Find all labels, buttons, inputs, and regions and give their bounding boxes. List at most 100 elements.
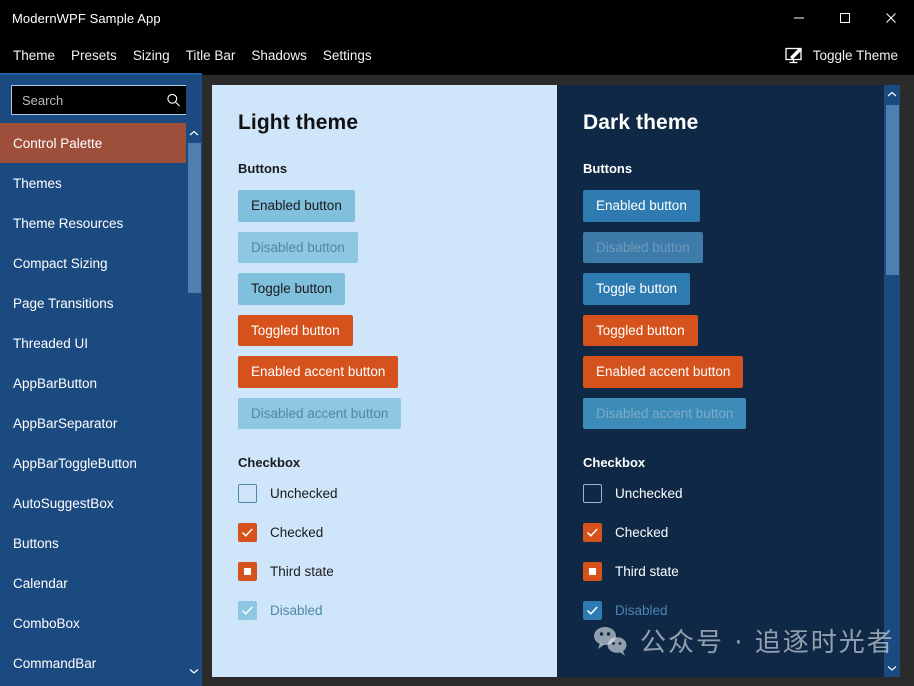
- sidebar-item-theme-resources[interactable]: Theme Resources: [0, 203, 202, 243]
- sidebar-item-label: CommandBar: [13, 656, 96, 671]
- dark-spacer: [583, 439, 898, 455]
- search-box[interactable]: [11, 85, 191, 115]
- checkbox-disabled-icon: [238, 601, 257, 620]
- sidebar-scroll-down-button[interactable]: [186, 662, 202, 680]
- minimize-button[interactable]: [776, 0, 822, 36]
- sidebar-item-label: Page Transitions: [13, 296, 114, 311]
- dark-theme-pane: Dark theme Buttons Enabled button Disabl…: [557, 85, 898, 677]
- light-buttons-group: Enabled button Disabled button Toggle bu…: [238, 190, 557, 439]
- title-bar: ModernWPF Sample App: [0, 0, 914, 36]
- light-enabled-accent-button[interactable]: Enabled accent button: [238, 356, 398, 388]
- sidebar-item-label: AutoSuggestBox: [13, 496, 114, 511]
- sidebar-item-page-transitions[interactable]: Page Transitions: [0, 283, 202, 323]
- dark-checkbox-heading: Checkbox: [583, 455, 898, 470]
- window-controls: [776, 0, 914, 36]
- dark-checkbox-checked[interactable]: Checked: [583, 523, 898, 542]
- sidebar-item-label: AppBarToggleButton: [13, 456, 137, 471]
- checkbox-label: Third state: [270, 564, 334, 579]
- sidebar-item-appbarbutton[interactable]: AppBarButton: [0, 363, 202, 403]
- sidebar-item-label: Control Palette: [13, 136, 102, 151]
- maximize-icon: [839, 12, 851, 24]
- sidebar-item-label: Buttons: [13, 536, 59, 551]
- menu-item-sizing[interactable]: Sizing: [133, 48, 170, 63]
- close-button[interactable]: [868, 0, 914, 36]
- sidebar-item-label: Theme Resources: [13, 216, 123, 231]
- light-checkbox-disabled: Disabled: [238, 601, 557, 620]
- content-scrollbar[interactable]: [884, 85, 900, 677]
- dark-buttons-heading: Buttons: [583, 161, 898, 176]
- dark-enabled-accent-button[interactable]: Enabled accent button: [583, 356, 743, 388]
- search-input[interactable]: [12, 86, 190, 114]
- sidebar-scrollbar[interactable]: [186, 75, 202, 686]
- checkbox-label: Disabled: [270, 603, 323, 618]
- light-pane-inner: Light theme Buttons Enabled button Disab…: [212, 85, 557, 620]
- light-toggled-button[interactable]: Toggled button: [238, 315, 353, 347]
- sidebar-item-calendar[interactable]: Calendar: [0, 563, 202, 603]
- light-disabled-accent-button: Disabled accent button: [238, 398, 401, 430]
- light-checkbox-checked[interactable]: Checked: [238, 523, 557, 542]
- sidebar-item-combobox[interactable]: ComboBox: [0, 603, 202, 643]
- light-theme-pane: Light theme Buttons Enabled button Disab…: [212, 85, 557, 677]
- menu-item-shadows[interactable]: Shadows: [251, 48, 307, 63]
- menu-item-title-bar[interactable]: Title Bar: [186, 48, 236, 63]
- checkbox-label: Checked: [270, 525, 323, 540]
- menu-bar: Theme Presets Sizing Title Bar Shadows S…: [0, 36, 914, 75]
- checkbox-square-glyph: [244, 568, 251, 575]
- dark-checkbox-unchecked[interactable]: Unchecked: [583, 484, 898, 503]
- search-icon[interactable]: [166, 93, 181, 108]
- application-window: ModernWPF Sample App Theme Presets Sizi: [0, 0, 914, 686]
- menu-item-settings[interactable]: Settings: [323, 48, 372, 63]
- checkbox-label: Disabled: [615, 603, 668, 618]
- dark-enabled-button[interactable]: Enabled button: [583, 190, 700, 222]
- content-scroll-up-button[interactable]: [884, 85, 900, 103]
- sidebar-item-threaded-ui[interactable]: Threaded UI: [0, 323, 202, 363]
- sidebar-nav-list: Control Palette Themes Theme Resources C…: [0, 123, 202, 686]
- content-area: Light theme Buttons Enabled button Disab…: [212, 85, 898, 677]
- dark-toggled-button[interactable]: Toggled button: [583, 315, 698, 347]
- light-pane-title: Light theme: [238, 111, 557, 135]
- sidebar-item-autosuggestbox[interactable]: AutoSuggestBox: [0, 483, 202, 523]
- checkbox-label: Third state: [615, 564, 679, 579]
- checkbox-checked-icon: [238, 523, 257, 542]
- sidebar-item-control-palette[interactable]: Control Palette: [0, 123, 202, 163]
- sidebar-item-commandbar[interactable]: CommandBar: [0, 643, 202, 683]
- sidebar-item-label: AppBarButton: [13, 376, 97, 391]
- sidebar: Control Palette Themes Theme Resources C…: [0, 75, 202, 686]
- checkbox-label: Unchecked: [270, 486, 338, 501]
- sidebar-scrollbar-thumb[interactable]: [188, 143, 201, 293]
- maximize-button[interactable]: [822, 0, 868, 36]
- light-checkbox-heading: Checkbox: [238, 455, 557, 470]
- sidebar-item-appbarseparator[interactable]: AppBarSeparator: [0, 403, 202, 443]
- sidebar-scroll-up-button[interactable]: [186, 124, 202, 142]
- checkbox-disabled-icon: [583, 601, 602, 620]
- sidebar-item-themes[interactable]: Themes: [0, 163, 202, 203]
- light-checkbox-third-state[interactable]: Third state: [238, 562, 557, 581]
- dark-checkbox-third-state[interactable]: Third state: [583, 562, 898, 581]
- content-scroll-down-button[interactable]: [884, 659, 900, 677]
- light-toggle-button[interactable]: Toggle button: [238, 273, 345, 305]
- dark-toggle-button[interactable]: Toggle button: [583, 273, 690, 305]
- checkbox-unchecked-icon: [583, 484, 602, 503]
- sidebar-item-label: Compact Sizing: [13, 256, 108, 271]
- sidebar-item-label: AppBarSeparator: [13, 416, 117, 431]
- checkbox-checked-icon: [583, 523, 602, 542]
- sidebar-item-label: Calendar: [13, 576, 68, 591]
- menu-item-theme[interactable]: Theme: [13, 48, 55, 63]
- sidebar-item-appbartogglebutton[interactable]: AppBarToggleButton: [0, 443, 202, 483]
- chevron-up-icon: [189, 124, 199, 142]
- toggle-theme-button[interactable]: Toggle Theme: [785, 47, 898, 65]
- checkbox-square-glyph: [589, 568, 596, 575]
- sidebar-item-compact-sizing[interactable]: Compact Sizing: [0, 243, 202, 283]
- personalize-monitor-pen-icon: [785, 47, 805, 65]
- minimize-icon: [793, 12, 805, 24]
- light-enabled-button[interactable]: Enabled button: [238, 190, 355, 222]
- menu-item-presets[interactable]: Presets: [71, 48, 117, 63]
- search-container: [0, 75, 202, 123]
- sidebar-item-buttons[interactable]: Buttons: [0, 523, 202, 563]
- checkbox-label: Unchecked: [615, 486, 683, 501]
- dark-disabled-accent-button: Disabled accent button: [583, 398, 746, 430]
- close-icon: [885, 12, 897, 24]
- content-scrollbar-thumb[interactable]: [886, 105, 899, 275]
- app-title: ModernWPF Sample App: [12, 11, 161, 26]
- light-checkbox-unchecked[interactable]: Unchecked: [238, 484, 557, 503]
